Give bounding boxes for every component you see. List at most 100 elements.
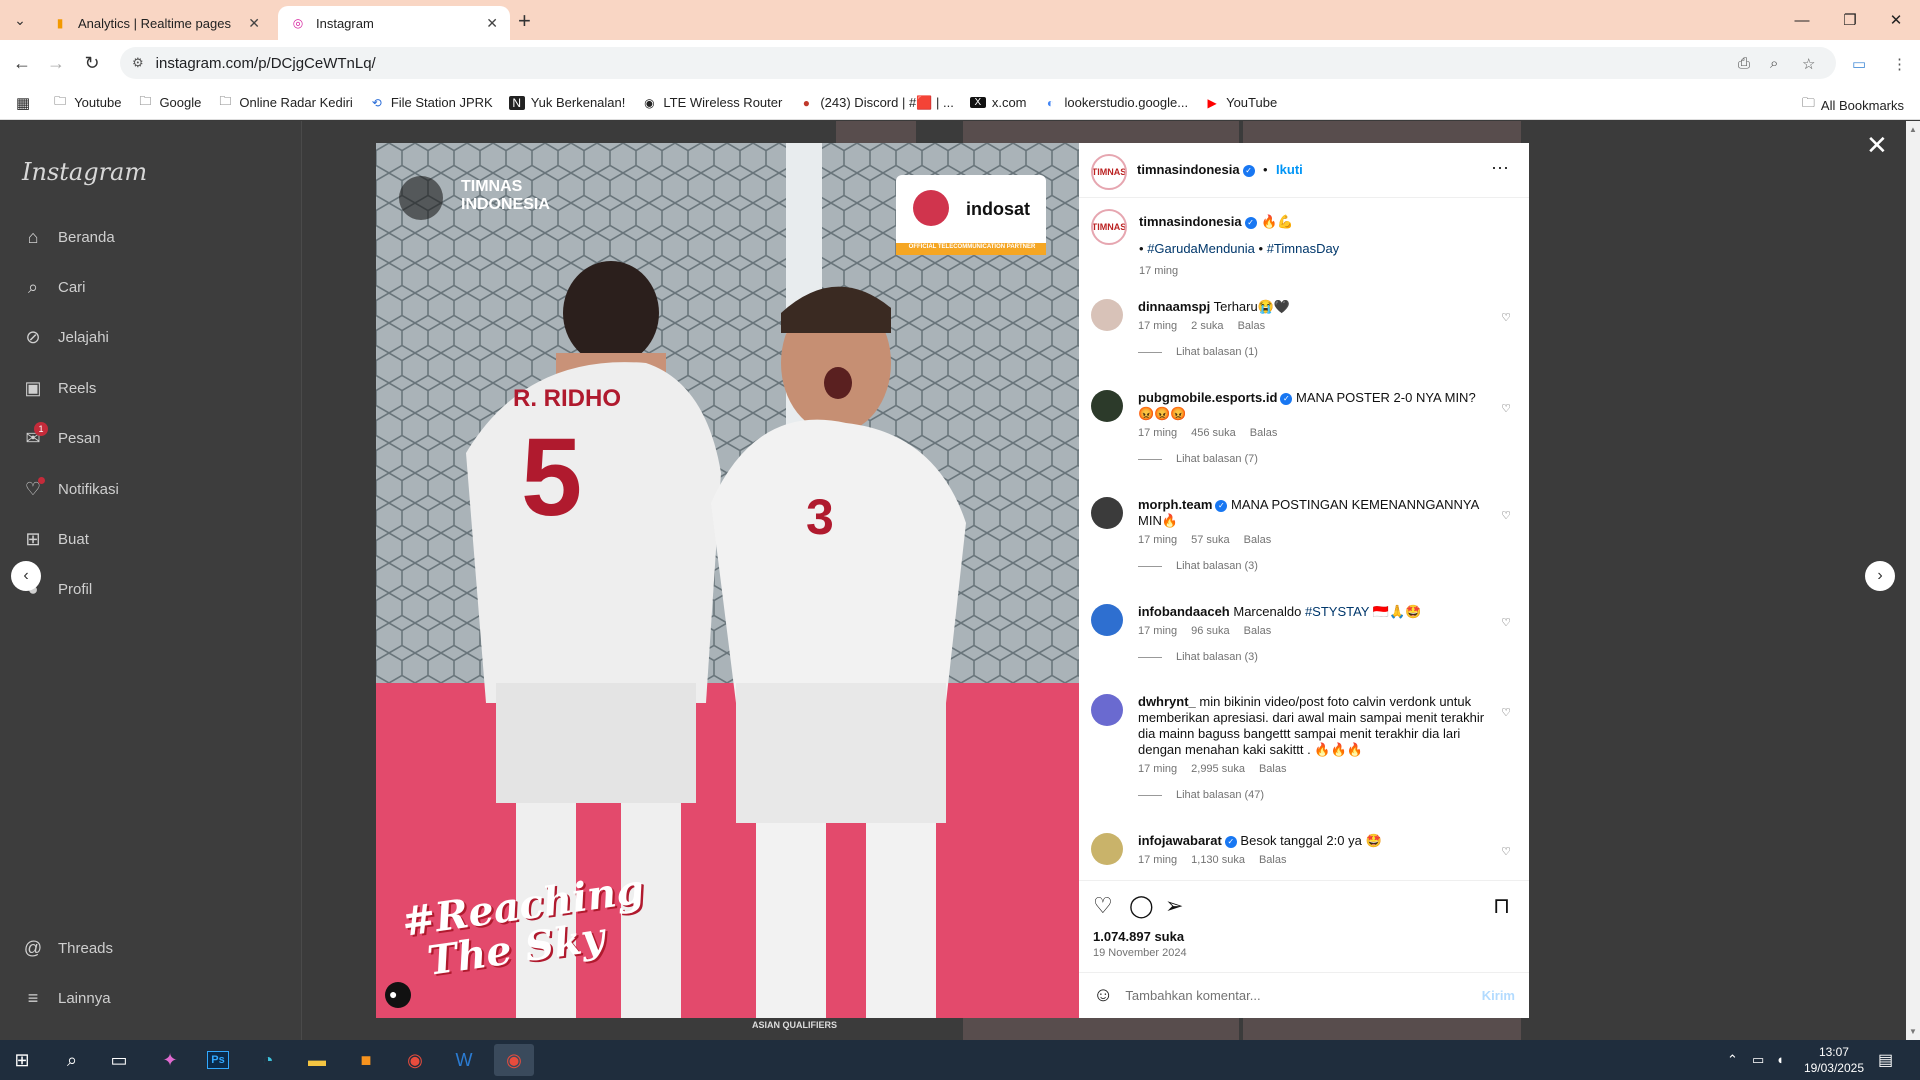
nav-jelajahi[interactable]: ⊘ Jelajahi [22,325,108,349]
page-scrollbar[interactable]: ▲ ▼ [1906,121,1920,1040]
volume-icon[interactable]: ◖ [1776,1052,1784,1067]
author-username[interactable]: timnasindonesia [1137,162,1240,177]
bookmark-discord[interactable]: ● (243) Discord | #🟥 | ... [798,95,954,111]
share-send-icon[interactable]: ➢ [1165,893,1183,919]
edge-icon[interactable]: ◔ [248,1044,288,1076]
file-explorer-icon[interactable]: ▬ [297,1044,337,1076]
forward-icon[interactable]: → [42,49,70,77]
chrome-profile-icon[interactable]: ◉ [395,1044,435,1076]
bookmark-star-icon[interactable]: ☆ [1802,55,1815,73]
comment-avatar[interactable] [1091,390,1123,422]
zoom-icon[interactable]: ⌕ [1770,55,1778,72]
bookmark-lte-router[interactable]: ◉ LTE Wireless Router [641,95,782,110]
close-modal-icon[interactable]: ✕ [1866,130,1888,161]
comment-input[interactable]: Tambahkan komentar... [1125,988,1260,1003]
like-comment-heart-icon[interactable]: ♡ [1501,845,1511,858]
view-replies-button[interactable]: Lihat balasan (47) [1138,789,1487,801]
caption-author-avatar[interactable]: TIMNAS [1091,209,1127,245]
hashtag-link[interactable]: #TimnasDay [1267,241,1339,256]
tab-instagram[interactable]: ◎ Instagram ✕ [278,6,510,40]
address-bar[interactable]: ⚙ instagram.com/p/DCjgCeWTnLq/ [120,47,1836,79]
view-replies-button[interactable]: Lihat balasan (3) [1138,651,1487,663]
reply-button[interactable]: Balas [1238,320,1266,332]
like-heart-icon[interactable]: ♡ [1093,893,1113,919]
comment-avatar[interactable] [1091,604,1123,636]
comment-avatar[interactable] [1091,497,1123,529]
new-tab-icon[interactable]: + [518,8,531,34]
view-replies-button[interactable]: Lihat balasan (7) [1138,453,1487,465]
comment-bubble-icon[interactable]: ◯ [1129,893,1154,919]
chrome-icon[interactable]: ◉ [494,1044,534,1076]
tab-analytics[interactable]: ▮ Analytics | Realtime pages ✕ [40,6,272,40]
next-post-arrow-icon[interactable]: › [1865,561,1895,591]
comment-username[interactable]: dwhrynt_ [1138,694,1196,709]
install-app-icon[interactable]: ⎙ [1738,55,1750,72]
close-tab-icon[interactable]: ✕ [486,15,498,32]
tab-search-chevron-icon[interactable]: ⌄ [8,8,32,32]
nav-buat[interactable]: ⊞ Buat [22,527,88,551]
like-comment-heart-icon[interactable]: ♡ [1501,402,1511,415]
comment-avatar[interactable] [1091,694,1123,726]
nav-beranda[interactable]: ⌂ Beranda [22,225,115,249]
reply-button[interactable]: Balas [1244,534,1272,546]
author-avatar[interactable]: TIMNAS [1091,154,1127,190]
bookmark-youtube[interactable]: ▶ YouTube [1204,95,1277,110]
bookmark-lookerstudio[interactable]: ◐ lookerstudio.google... [1043,95,1188,110]
nav-notifikasi[interactable]: ♡ Notifikasi [22,476,119,501]
save-bookmark-icon[interactable]: ⊓ [1493,893,1510,919]
kebab-menu-icon[interactable]: ⋮ [1892,55,1907,73]
caption-username[interactable]: timnasindonesia [1139,214,1242,229]
tagged-user-icon[interactable]: ● [389,986,397,1002]
comment-username[interactable]: pubgmobile.esports.id [1138,390,1277,405]
restore-icon[interactable]: ❐ [1828,6,1872,34]
apps-grid-icon[interactable]: ▦ [16,94,30,112]
extension-icon[interactable]: ▭ [1852,55,1866,73]
back-icon[interactable]: ← [8,49,36,77]
more-options-icon[interactable]: ··· [1491,157,1509,178]
bookmark-youtube-folder[interactable]: 🗀 Youtube [52,92,121,113]
post-image[interactable]: TIMNAS INDONESIA indosat OFFICIAL TELECO… [376,143,1079,1018]
word-icon[interactable]: W [444,1044,484,1076]
emoji-picker-icon[interactable]: ☺ [1093,984,1113,1007]
nav-pesan[interactable]: ✉ 1 Pesan [22,421,101,450]
window-close-icon[interactable]: ✕ [1874,6,1918,34]
minimize-icon[interactable]: — [1780,6,1824,34]
reply-button[interactable]: Balas [1259,854,1287,866]
reply-button[interactable]: Balas [1250,427,1278,439]
show-hidden-icons-icon[interactable]: ⌃ [1727,1052,1738,1068]
follow-button[interactable]: Ikuti [1276,162,1303,177]
bookmark-file-station[interactable]: ⟲ File Station JPRK [369,95,493,110]
hashtag-link[interactable]: #GarudaMendunia [1147,241,1255,256]
scroll-down-icon[interactable]: ▼ [1909,1027,1917,1036]
post-date[interactable]: 19 November 2024 [1093,947,1187,959]
nav-reels[interactable]: ▣ Reels [22,376,96,400]
search-icon[interactable]: ⌕ [52,1044,92,1076]
comment-username[interactable]: infobandaaceh [1138,604,1230,619]
bookmark-yuk-berkenalan[interactable]: N Yuk Berkenalan! [508,95,625,110]
photoshop-icon[interactable]: Ps [198,1044,238,1076]
nav-threads[interactable]: @ Threads [22,936,113,960]
comment-avatar[interactable] [1091,299,1123,331]
task-view-icon[interactable]: ▭ [99,1044,139,1076]
post-comment-button[interactable]: Kirim [1482,988,1515,1003]
like-count[interactable]: 1.074.897 suka [1093,929,1184,944]
previous-post-arrow-icon[interactable]: ‹ [11,561,41,591]
site-info-icon[interactable]: ⚙ [132,55,144,71]
reply-button[interactable]: Balas [1259,763,1287,775]
nav-lainnya[interactable]: ≡ Lainnya [22,986,111,1010]
view-replies-button[interactable]: Lihat balasan (1) [1138,346,1487,358]
notifications-icon[interactable]: ▤ [1878,1050,1893,1070]
comment-username[interactable]: dinnaamspj [1138,299,1210,314]
view-replies-button[interactable]: Lihat balasan (3) [1138,560,1487,572]
bookmark-radar-kediri-folder[interactable]: 🗀 Online Radar Kediri [217,92,352,113]
system-clock[interactable]: 13:07 19/03/2025 [1804,1044,1864,1076]
all-bookmarks[interactable]: 🗀 All Bookmarks [1802,94,1904,116]
nav-cari[interactable]: ⌕ Cari [22,275,86,299]
scroll-up-icon[interactable]: ▲ [1909,125,1917,134]
like-comment-heart-icon[interactable]: ♡ [1501,311,1511,324]
comment-avatar[interactable] [1091,833,1123,865]
network-icon[interactable]: ▭ [1752,1052,1764,1068]
start-windows-icon[interactable]: ⊞ [2,1044,42,1076]
like-comment-heart-icon[interactable]: ♡ [1501,706,1511,719]
instagram-logo[interactable]: Instagram [22,158,147,186]
